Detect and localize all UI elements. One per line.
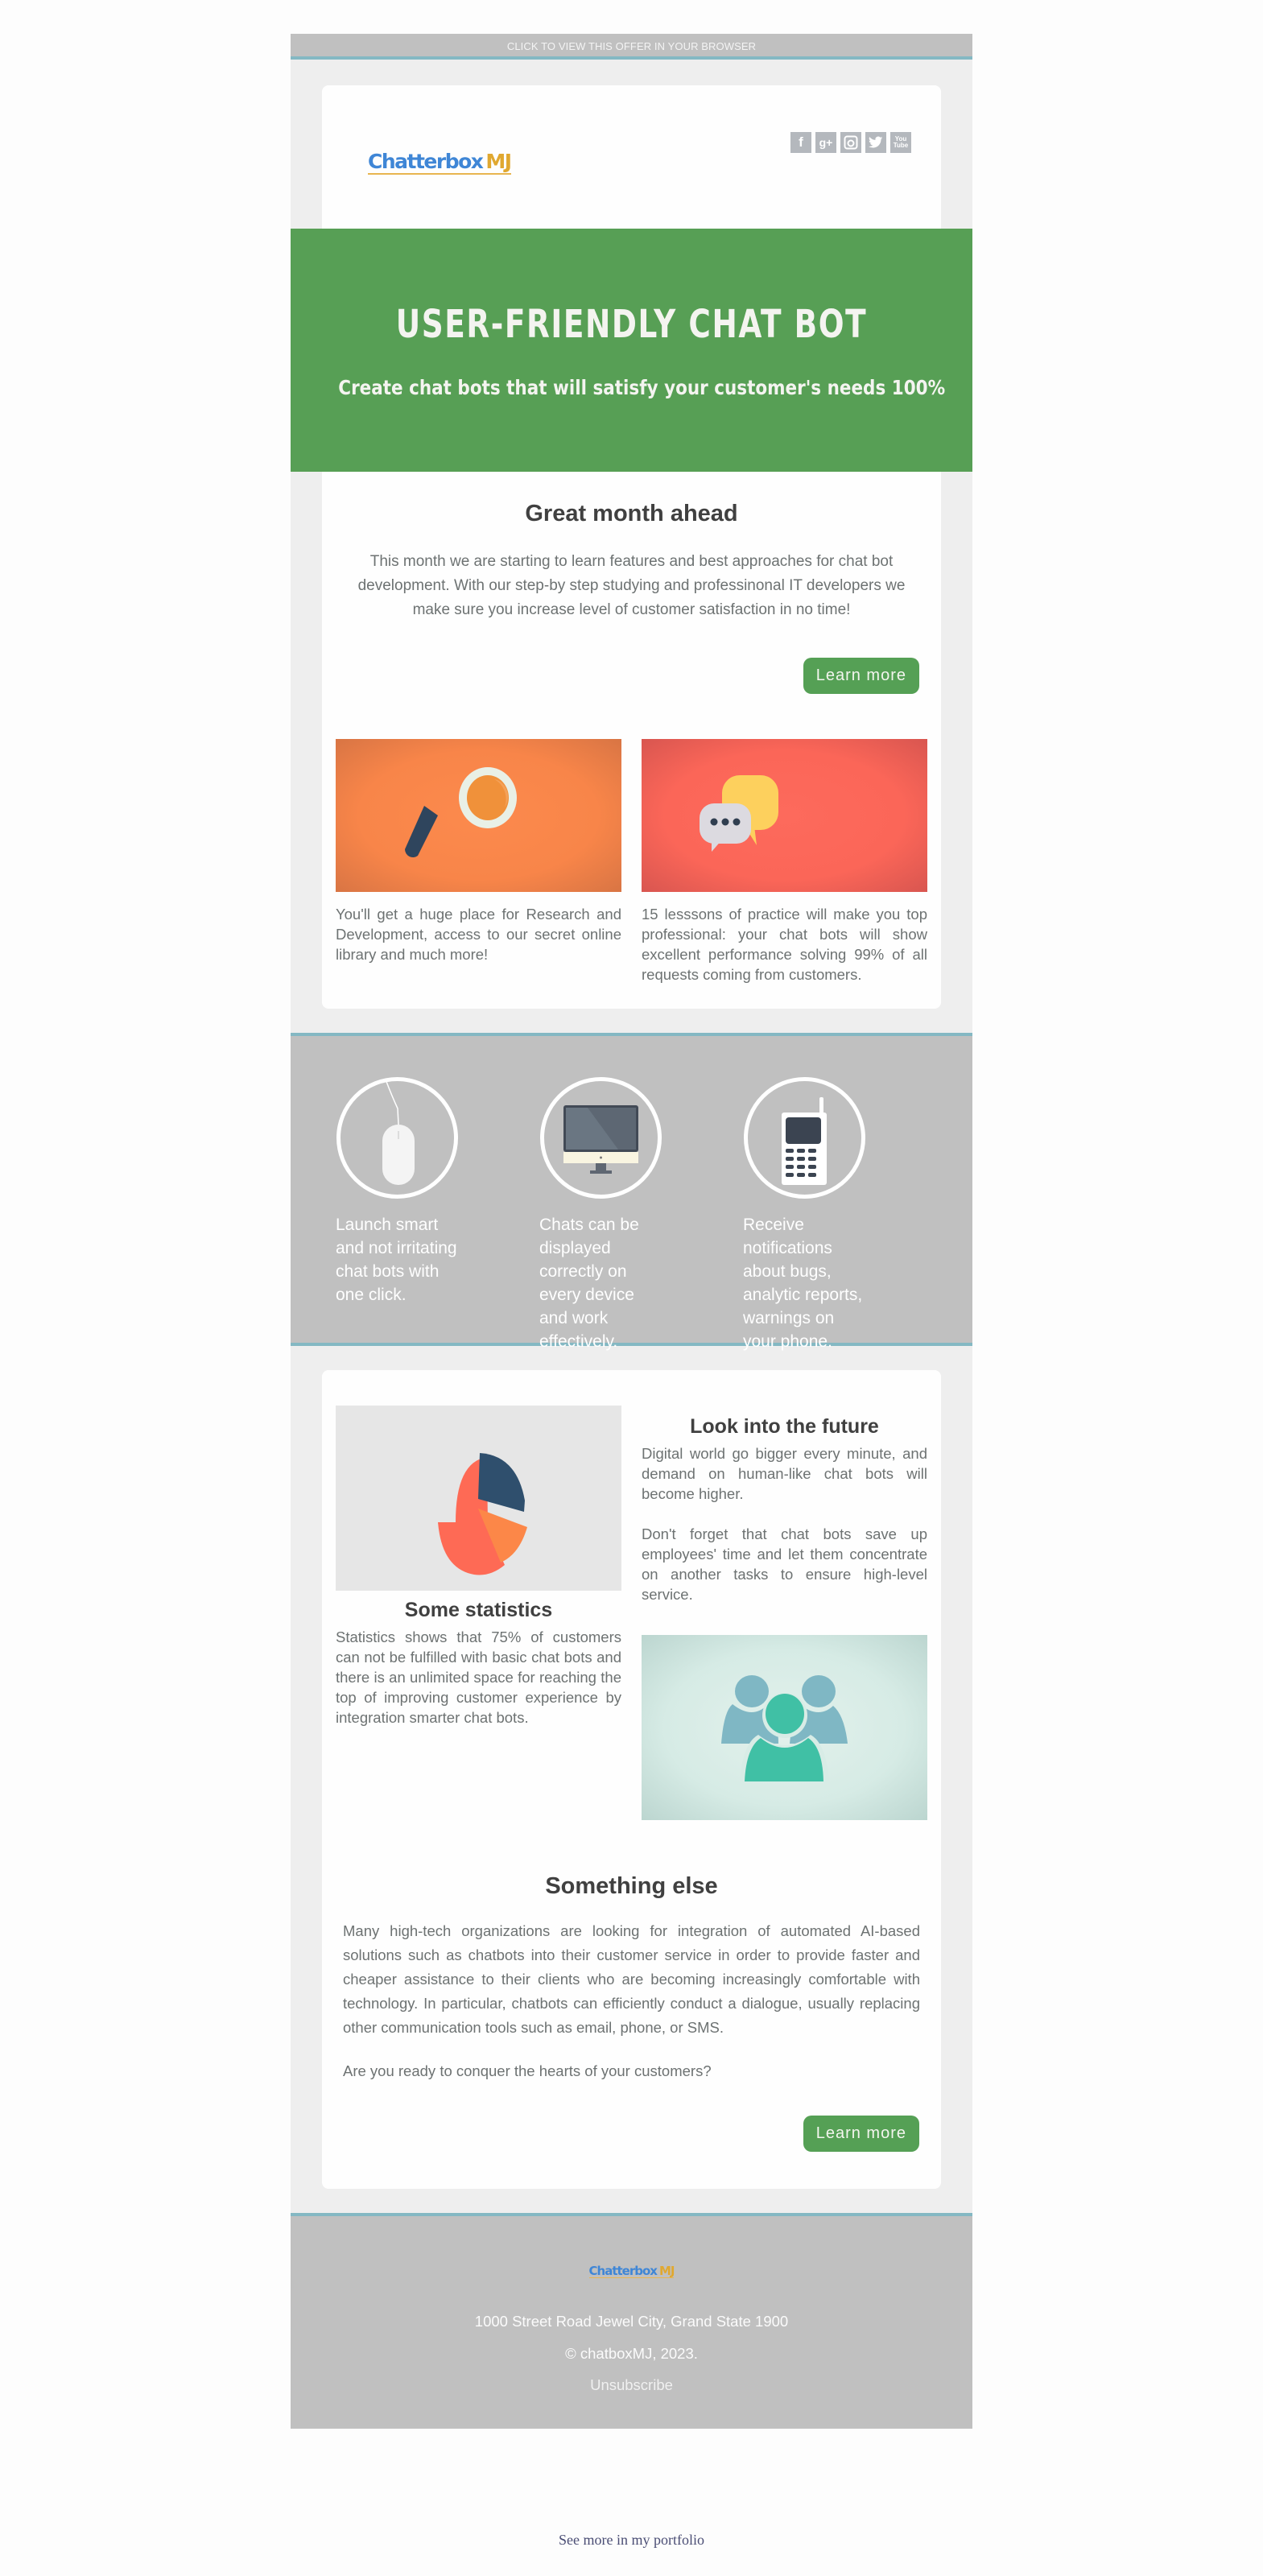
chat-bubbles-illustration bbox=[642, 739, 927, 892]
feature-text: Chats can be displayed correctly on ever… bbox=[539, 1216, 639, 1351]
footer-brand-part2: MJ bbox=[658, 2264, 675, 2278]
stats-card: Some statistics Statistics shows that 75… bbox=[322, 1370, 941, 2189]
mouse-icon bbox=[336, 1077, 458, 1199]
header-section: Chatterbox MJ f g+ You Tube bbox=[291, 60, 972, 229]
stats-section: Some statistics Statistics shows that 75… bbox=[291, 1346, 972, 2213]
footer: Chatterbox MJ 1000 Street Road Jewel City… bbox=[291, 2213, 972, 2429]
magnifier-illustration bbox=[336, 739, 621, 892]
top-bar: CLICK TO VIEW THIS OFFER IN YOUR BROWSER bbox=[291, 34, 972, 60]
learn-more-button[interactable]: Learn more bbox=[803, 658, 919, 694]
future-column: Look into the future Digital world go bi… bbox=[642, 1406, 927, 1820]
hero-title: USER-FRIENDLY CHAT BOT bbox=[395, 302, 868, 347]
pie-chart-illustration bbox=[336, 1406, 621, 1591]
team-illustration bbox=[642, 1635, 927, 1820]
something-else-question: Are you ready to conquer the hearts of y… bbox=[343, 2062, 712, 2079]
feature-item: Chats can be displayed correctly on ever… bbox=[539, 1076, 662, 1351]
learn-more-button-2[interactable]: Learn more bbox=[803, 2116, 919, 2152]
future-heading: Look into the future bbox=[690, 1415, 879, 1438]
hero-subtitle: Create chat bots that will satisfy your … bbox=[338, 376, 946, 399]
youtube-icon[interactable]: You Tube bbox=[890, 132, 911, 153]
intro-heading: Great month ahead bbox=[525, 501, 738, 526]
mobile-phone-icon bbox=[744, 1077, 865, 1199]
feature-text: Launch smart and not irritating chat bot… bbox=[336, 1216, 457, 1304]
monitor-icon bbox=[540, 1077, 662, 1199]
portfolio-section: See more in my portfolio bbox=[0, 2532, 1263, 2549]
feature-item: Launch smart and not irritating chat bot… bbox=[336, 1076, 459, 1343]
hero-banner: USER-FRIENDLY CHAT BOT Create chat bots … bbox=[291, 229, 972, 472]
future-text-1: Digital world go bigger every minute, an… bbox=[642, 1445, 927, 1502]
practice-column: 15 lesssons of practice will make you to… bbox=[642, 739, 927, 985]
facebook-icon[interactable]: f bbox=[790, 132, 811, 153]
statistics-text: Statistics shows that 75% of customers c… bbox=[336, 1629, 621, 1726]
brand-name-part2: MJ bbox=[485, 150, 512, 173]
something-else-block: Something else Many high-tech organizati… bbox=[336, 1873, 927, 2152]
features-band: Launch smart and not irritating chat bot… bbox=[291, 1033, 972, 1351]
portfolio-link[interactable]: See more in my portfolio bbox=[559, 2532, 704, 2548]
statistics-column: Some statistics Statistics shows that 75… bbox=[336, 1406, 621, 1820]
twitter-icon[interactable] bbox=[865, 132, 886, 153]
footer-address: 1000 Street Road Jewel City, Grand State… bbox=[474, 2313, 789, 2330]
intro-text: This month we are starting to learn feat… bbox=[357, 553, 906, 618]
youtube-icon-bottom-text: Tube bbox=[893, 142, 909, 149]
feature-columns: You'll get a huge place for Research and… bbox=[336, 739, 927, 985]
something-else-heading: Something else bbox=[545, 1873, 718, 1899]
brand-name-part1: Chatterbox bbox=[368, 150, 484, 173]
unsubscribe-link[interactable]: Unsubscribe bbox=[590, 2376, 673, 2394]
intro-section: Great month ahead This month we are star… bbox=[291, 472, 972, 1351]
intro-card: Great month ahead This month we are star… bbox=[322, 472, 941, 1009]
footer-brand-logo[interactable]: Chatterbox MJ bbox=[588, 2264, 675, 2278]
instagram-icon[interactable] bbox=[840, 132, 861, 153]
email-container: CLICK TO VIEW THIS OFFER IN YOUR BROWSER… bbox=[291, 34, 972, 2429]
feature-item: Receive notifications about bugs, analyt… bbox=[743, 1076, 866, 1351]
research-text: You'll get a huge place for Research and… bbox=[336, 906, 621, 963]
header-card: Chatterbox MJ f g+ You Tube bbox=[322, 85, 941, 229]
future-text-2: Don't forget that chat bots save up empl… bbox=[642, 1525, 927, 1603]
research-column: You'll get a huge place for Research and… bbox=[336, 739, 621, 985]
footer-copyright: © chatboxMJ, 2023. bbox=[565, 2345, 698, 2362]
social-links: f g+ You Tube bbox=[790, 132, 911, 153]
something-else-text: Many high-tech organizations are looking… bbox=[343, 1922, 920, 2036]
statistics-heading: Some statistics bbox=[404, 1599, 553, 1621]
feature-text: Receive notifications about bugs, analyt… bbox=[743, 1216, 863, 1351]
brand-logo[interactable]: Chatterbox MJ bbox=[368, 150, 512, 175]
practice-text: 15 lesssons of practice will make you to… bbox=[642, 906, 927, 983]
view-in-browser-link[interactable]: CLICK TO VIEW THIS OFFER IN YOUR BROWSER bbox=[507, 40, 756, 52]
footer-brand-part1: Chatterbox bbox=[588, 2264, 658, 2278]
google-plus-icon[interactable]: g+ bbox=[815, 132, 836, 153]
